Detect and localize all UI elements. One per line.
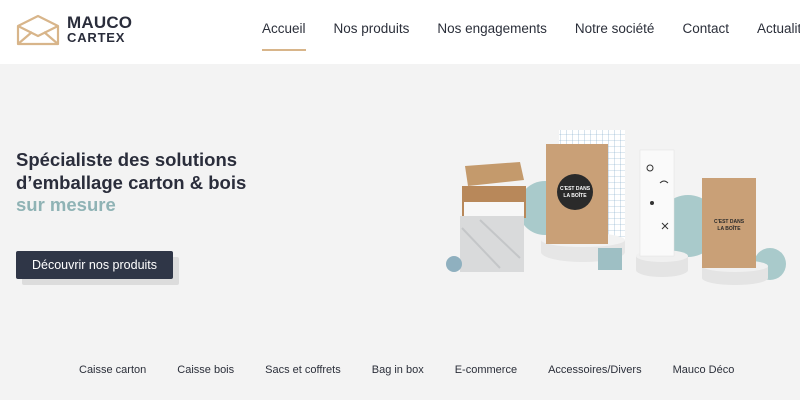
mailer-box-lid <box>465 162 524 186</box>
nav-item-contact[interactable]: Contact <box>682 21 729 36</box>
patterned-box <box>639 149 675 257</box>
nav-item-accueil[interactable]: Accueil <box>262 21 306 51</box>
teal-cube <box>598 248 622 270</box>
nav-item-actualites[interactable]: Actualités <box>757 21 800 36</box>
mailer-box-paper <box>464 202 524 216</box>
nav-item-notre-societe[interactable]: Notre société <box>575 21 655 36</box>
nav-item-nos-engagements[interactable]: Nos engagements <box>437 21 547 36</box>
site-header: MAUCO CARTEX Accueil Nos produits Nos en… <box>0 0 800 64</box>
brand-name-line1: MAUCO <box>67 13 133 32</box>
glass-ball <box>446 256 462 272</box>
category-e-commerce[interactable]: E-commerce <box>455 364 517 376</box>
box-label-line2: LA BOÎTE <box>717 224 741 232</box>
category-caisse-bois[interactable]: Caisse bois <box>177 364 234 376</box>
category-sacs-et-coffrets[interactable]: Sacs et coffrets <box>265 364 341 376</box>
brand-name: MAUCO CARTEX <box>67 13 133 45</box>
category-caisse-carton[interactable]: Caisse carton <box>79 364 146 376</box>
category-bag-in-box[interactable]: Bag in box <box>372 364 424 376</box>
hero-title-line2: d’emballage carton & bois <box>16 171 247 193</box>
hero-title-accent: sur mesure <box>16 194 116 215</box>
category-nav: Caisse carton Caisse bois Sacs et coffre… <box>79 364 734 376</box>
marble-bag <box>460 216 524 272</box>
hero-product-image: C'EST DANS LA BOÎTE C'EST DANS LA BOÎTE <box>446 130 786 285</box>
logo-mark-icon <box>16 14 60 46</box>
brand-name-line2: CARTEX <box>67 30 126 45</box>
hero-title: Spécialiste des solutions d’emballage ca… <box>16 149 246 217</box>
hero-title-line1: Spécialiste des solutions <box>16 149 238 170</box>
box-label-line2: LA BOÎTE <box>563 191 587 199</box>
brand-logo[interactable]: MAUCO CARTEX <box>15 14 132 46</box>
discover-products-button[interactable]: Découvrir nos produits <box>16 251 173 279</box>
box-logo-circle <box>557 174 593 210</box>
box-label-line1: C'EST DANS <box>560 186 591 192</box>
main-nav: Accueil Nos produits Nos engagements Not… <box>262 21 800 51</box>
category-mauco-deco[interactable]: Mauco Déco <box>673 364 735 376</box>
box-label-line1: C'EST DANS <box>714 219 745 225</box>
nav-item-nos-produits[interactable]: Nos produits <box>334 21 410 36</box>
category-accessoires-divers[interactable]: Accessoires/Divers <box>548 364 642 376</box>
